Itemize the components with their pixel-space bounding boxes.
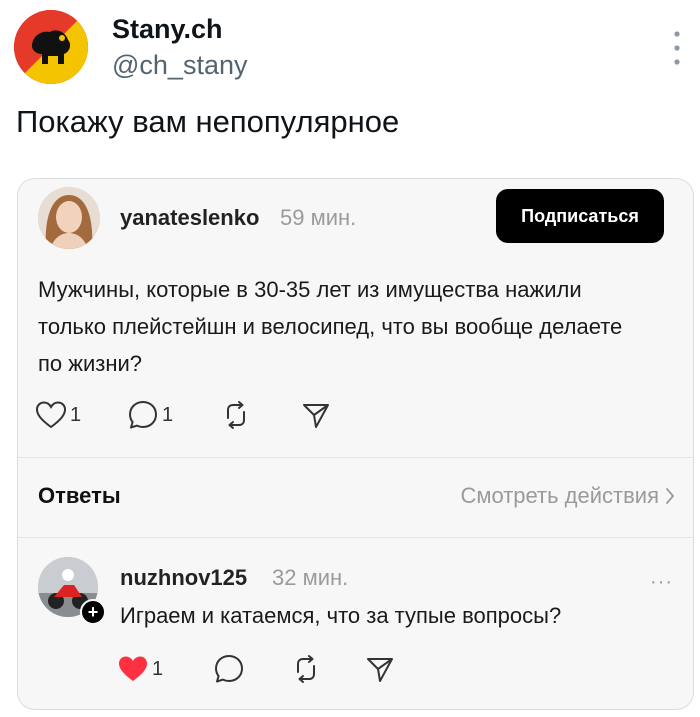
replies-title: Ответы xyxy=(38,483,121,508)
embedded-post-card[interactable]: yanateslenko 59 мин. Подписаться Мужчины… xyxy=(17,178,694,710)
reply-like-count: 1 xyxy=(152,657,164,680)
author-handle[interactable]: @ch_stany xyxy=(112,50,247,81)
subscribe-button[interactable]: Подписаться xyxy=(496,189,664,243)
chevron-right-icon[interactable] xyxy=(665,487,675,505)
post-actions: 1 1 xyxy=(36,399,356,433)
author-avatar[interactable] xyxy=(14,10,88,84)
heart-icon xyxy=(119,656,147,681)
share-icon xyxy=(303,404,329,428)
tweet-text: Покажу вам непопулярное xyxy=(16,104,400,139)
comment-count: 1 xyxy=(162,403,174,426)
user-photo-icon xyxy=(38,187,100,249)
post-username[interactable]: yanateslenko xyxy=(120,205,259,231)
share-action[interactable] xyxy=(302,399,330,431)
view-activity-link[interactable]: Смотреть действия xyxy=(460,483,659,509)
repost-action[interactable] xyxy=(222,399,250,431)
reply-share-action[interactable] xyxy=(366,653,394,685)
reply-time: 32 мин. xyxy=(272,565,349,590)
comment-icon xyxy=(129,401,157,429)
reply-like-action[interactable]: 1 xyxy=(118,653,163,685)
repost-icon xyxy=(297,655,315,683)
coat-of-arms-icon xyxy=(14,10,88,84)
reply-username[interactable]: nuzhnov125 xyxy=(120,565,247,591)
post-body: Мужчины, которые в 30-35 лет из имуществ… xyxy=(38,277,623,376)
heart-icon xyxy=(36,401,66,429)
like-count: 1 xyxy=(70,403,82,426)
like-action[interactable]: 1 xyxy=(36,399,81,431)
reply-repost-action[interactable] xyxy=(292,653,320,685)
comment-icon xyxy=(215,655,243,683)
avatar[interactable] xyxy=(38,187,100,249)
divider xyxy=(18,537,693,538)
reply-more-button[interactable]: ··· xyxy=(650,571,673,594)
divider xyxy=(18,457,693,458)
post-time: 59 мин. xyxy=(280,205,357,230)
comment-action[interactable]: 1 xyxy=(128,399,173,431)
reply-comment-action[interactable] xyxy=(214,653,244,685)
share-icon xyxy=(367,658,393,682)
tweet-header: Stany.ch @ch_stany xyxy=(14,10,686,86)
reply-actions: 1 xyxy=(118,653,418,687)
reply-body: Играем и катаемся, что за тупые вопросы? xyxy=(120,603,562,628)
repost-icon xyxy=(227,401,245,429)
follow-badge[interactable]: + xyxy=(80,599,106,625)
more-vertical-icon[interactable] xyxy=(672,28,682,68)
author-name[interactable]: Stany.ch xyxy=(112,14,223,45)
